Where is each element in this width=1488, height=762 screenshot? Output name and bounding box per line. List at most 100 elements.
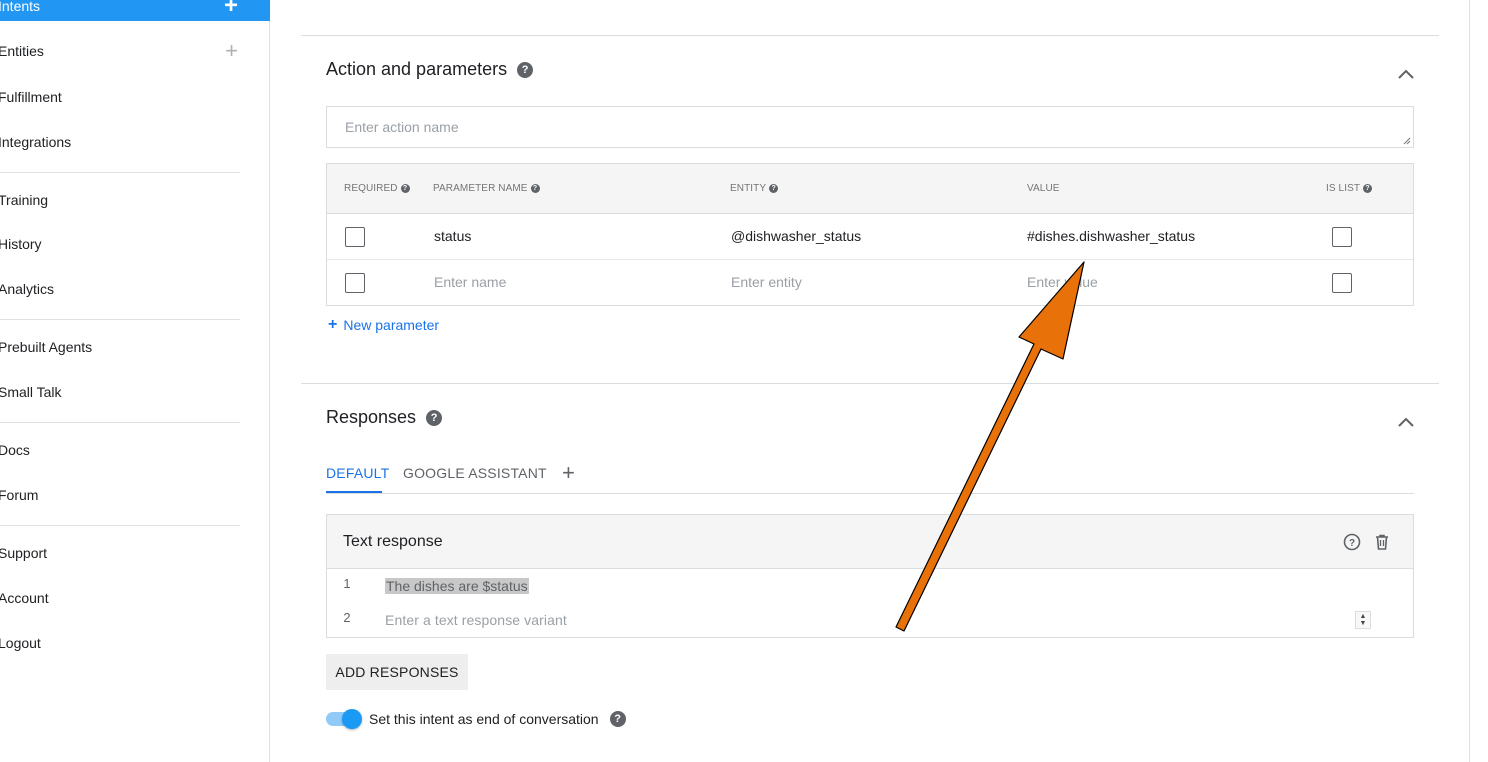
sidebar-item-label: Logout	[0, 635, 41, 651]
response-line: 2 Enter a text response variant ▲ ▼	[327, 603, 1413, 637]
header-value: VALUE	[1027, 183, 1060, 194]
sidebar-divider	[0, 422, 240, 423]
parameter-row: status @dishwasher_status #dishes.dishwa…	[327, 214, 1413, 260]
header-required: REQUIRED?	[344, 183, 410, 194]
end-conversation-toggle[interactable]	[326, 709, 362, 729]
responses-section-title: Responses ?	[326, 407, 443, 428]
svg-text:?: ?	[1349, 538, 1355, 549]
sidebar-item-entities[interactable]: Entities +	[0, 36, 270, 66]
help-icon[interactable]: ?	[530, 184, 540, 193]
end-conversation-label: Set this intent as end of conversation ?	[369, 711, 626, 727]
section-title-text: Responses	[326, 407, 417, 427]
header-label: PARAMETER NAME	[433, 183, 528, 194]
sidebar-divider	[0, 319, 240, 320]
sidebar-item-prebuilt-agents[interactable]: Prebuilt Agents	[0, 332, 270, 362]
header-label: REQUIRED	[344, 183, 398, 194]
sidebar-item-docs[interactable]: Docs	[0, 435, 270, 465]
sidebar-item-label: Small Talk	[0, 384, 62, 400]
value-field[interactable]: Enter value	[1027, 274, 1098, 290]
text-response-header: Text response ?	[327, 515, 1413, 569]
response-text-field[interactable]: Enter a text response variant	[385, 612, 567, 628]
required-checkbox[interactable]	[345, 273, 365, 293]
new-parameter-link[interactable]: + New parameter	[328, 316, 439, 334]
sidebar-divider	[0, 172, 240, 173]
sidebar-item-support[interactable]: Support	[0, 538, 270, 568]
required-checkbox[interactable]	[345, 227, 365, 247]
chevron-up-icon[interactable]	[1397, 68, 1414, 82]
value-field[interactable]: #dishes.dishwasher_status	[1027, 228, 1195, 244]
sidebar-item-integrations[interactable]: Integrations	[0, 127, 270, 157]
sidebar-item-analytics[interactable]: Analytics	[0, 274, 270, 304]
trash-icon[interactable]	[1373, 533, 1391, 551]
entity-field[interactable]: Enter entity	[731, 274, 802, 290]
header-is-list: IS LIST?	[1326, 183, 1373, 194]
toggle-knob	[342, 709, 362, 729]
toggle-label-text: Set this intent as end of conversation	[369, 711, 599, 727]
help-icon[interactable]: ?	[517, 61, 534, 78]
is-list-checkbox[interactable]	[1332, 227, 1352, 247]
parameter-table-header: REQUIRED? PARAMETER NAME? ENTITY? VALUE …	[327, 164, 1413, 214]
help-icon[interactable]: ?	[769, 184, 779, 193]
help-icon[interactable]: ?	[400, 184, 410, 193]
sidebar-item-account[interactable]: Account	[0, 583, 270, 613]
add-entity-icon[interactable]: +	[225, 40, 238, 62]
add-responses-button[interactable]: ADD RESPONSES	[326, 654, 468, 690]
chevron-up-icon[interactable]	[1397, 416, 1414, 430]
active-tab-indicator	[326, 491, 382, 493]
sidebar-item-label: Forum	[0, 487, 39, 503]
response-text-field[interactable]: The dishes are $status	[385, 578, 529, 594]
sidebar-item-label: Analytics	[0, 281, 55, 297]
sidebar-item-training[interactable]: Training	[0, 185, 270, 215]
section-divider	[301, 35, 1439, 36]
sidebar-divider	[0, 525, 240, 526]
section-divider	[301, 383, 1439, 384]
parameter-name-field[interactable]: Enter name	[434, 274, 506, 290]
sidebar-item-label: Docs	[0, 442, 30, 458]
section-title-text: Action and parameters	[326, 59, 508, 79]
sidebar-item-label: Fulfillment	[0, 89, 62, 105]
sidebar-item-label: History	[0, 236, 42, 252]
sidebar-item-small-talk[interactable]: Small Talk	[0, 377, 270, 407]
sidebar-item-forum[interactable]: Forum	[0, 480, 270, 510]
text-response-card: Text response ? 1 The dishes are $status…	[326, 514, 1414, 638]
line-number: 1	[327, 569, 367, 603]
sidebar-item-label: Support	[0, 545, 48, 561]
sidebar-item-logout[interactable]: Logout	[0, 628, 270, 658]
add-intent-icon[interactable]: +	[224, 0, 238, 18]
line-number: 2	[327, 603, 367, 637]
sidebar-item-intents[interactable]: Intents +	[0, 0, 270, 21]
header-entity: ENTITY?	[730, 183, 779, 194]
action-name-input[interactable]: Enter action name	[326, 106, 1414, 148]
header-label: IS LIST	[1326, 183, 1361, 194]
help-icon[interactable]: ?	[1363, 184, 1373, 193]
sidebar-item-label: Intents	[0, 0, 41, 14]
entity-field[interactable]: @dishwasher_status	[731, 228, 861, 244]
help-outline-icon[interactable]: ?	[1343, 533, 1361, 551]
new-parameter-label: New parameter	[343, 317, 440, 333]
response-line: 1 The dishes are $status	[327, 569, 1413, 603]
add-platform-icon[interactable]: +	[562, 460, 575, 486]
is-list-checkbox[interactable]	[1332, 273, 1352, 293]
action-name-placeholder: Enter action name	[345, 119, 459, 135]
help-icon[interactable]: ?	[609, 711, 626, 727]
action-section-title: Action and parameters ?	[326, 59, 534, 80]
sidebar: Intents + Entities + Fulfillment Integra…	[0, 0, 270, 762]
tab-default[interactable]: DEFAULT	[326, 465, 389, 481]
response-tabs: DEFAULT GOOGLE ASSISTANT +	[326, 460, 1414, 494]
text-response-title: Text response	[343, 533, 443, 550]
header-parameter-name: PARAMETER NAME?	[433, 183, 540, 194]
sidebar-item-fulfillment[interactable]: Fulfillment	[0, 82, 270, 112]
tab-google-assistant[interactable]: GOOGLE ASSISTANT	[403, 465, 547, 481]
spinner-icon[interactable]: ▲ ▼	[1355, 611, 1371, 629]
parameter-row: Enter name Enter entity Enter value	[327, 260, 1413, 306]
resize-grip-icon[interactable]	[1403, 137, 1411, 145]
parameter-table: REQUIRED? PARAMETER NAME? ENTITY? VALUE …	[326, 163, 1414, 306]
sidebar-item-label: Account	[0, 590, 49, 606]
header-label: VALUE	[1027, 183, 1060, 194]
sidebar-item-history[interactable]: History	[0, 229, 270, 259]
sidebar-item-label: Prebuilt Agents	[0, 339, 93, 355]
panel-edge	[1469, 0, 1470, 762]
parameter-name-field[interactable]: status	[434, 228, 471, 244]
sidebar-item-label: Entities	[0, 43, 44, 59]
help-icon[interactable]: ?	[426, 409, 443, 426]
